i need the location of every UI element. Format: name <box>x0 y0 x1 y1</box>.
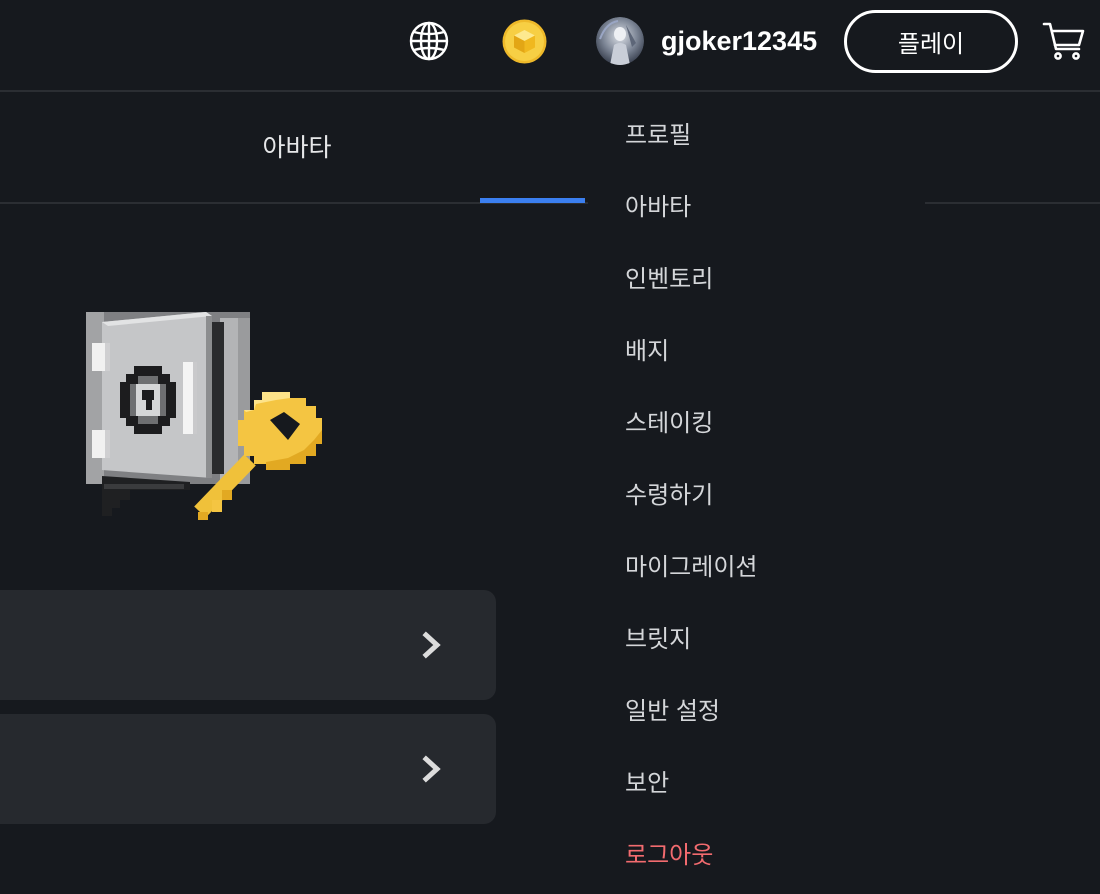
card-row[interactable] <box>0 590 496 700</box>
username[interactable]: gjoker12345 <box>661 25 817 57</box>
menu-item-avatar[interactable]: 아바타 <box>588 172 925 244</box>
menu-item-badges[interactable]: 배지 <box>588 316 925 388</box>
menu-item-general-settings[interactable]: 일반 설정 <box>588 676 925 748</box>
safe-handle <box>183 362 197 434</box>
globe-icon[interactable] <box>408 20 450 62</box>
chevron-right-icon <box>422 631 441 659</box>
tab-bar: 아바타 <box>0 92 1100 204</box>
tab-avatar[interactable]: 아바타 <box>197 130 397 166</box>
play-button[interactable]: 플레이 <box>844 10 1018 73</box>
menu-item-inventory[interactable]: 인벤토리 <box>588 244 925 316</box>
menu-item-migration[interactable]: 마이그레이션 <box>588 532 925 604</box>
menu-item-claim[interactable]: 수령하기 <box>588 460 925 532</box>
cart-icon[interactable] <box>1042 21 1086 61</box>
coin-icon[interactable] <box>502 19 547 64</box>
menu-item-logout[interactable]: 로그아웃 <box>588 820 925 892</box>
top-header: gjoker12345 플레이 <box>0 0 1100 92</box>
safe-base <box>102 476 190 516</box>
menu-item-staking[interactable]: 스테이킹 <box>588 388 925 460</box>
user-dropdown-menu: 프로필 아바타 인벤토리 배지 스테이킹 수령하기 마이그레이션 브릿지 일반 … <box>588 92 925 894</box>
menu-item-bridge[interactable]: 브릿지 <box>588 604 925 676</box>
menu-item-profile[interactable]: 프로필 <box>588 100 925 172</box>
menu-item-security[interactable]: 보안 <box>588 748 925 820</box>
active-tab-indicator <box>480 198 585 203</box>
avatar[interactable] <box>596 17 644 65</box>
safe-with-key-illustration <box>86 312 322 520</box>
chevron-right-icon <box>422 755 441 783</box>
safe-dial <box>120 366 176 434</box>
card-row[interactable] <box>0 714 496 824</box>
